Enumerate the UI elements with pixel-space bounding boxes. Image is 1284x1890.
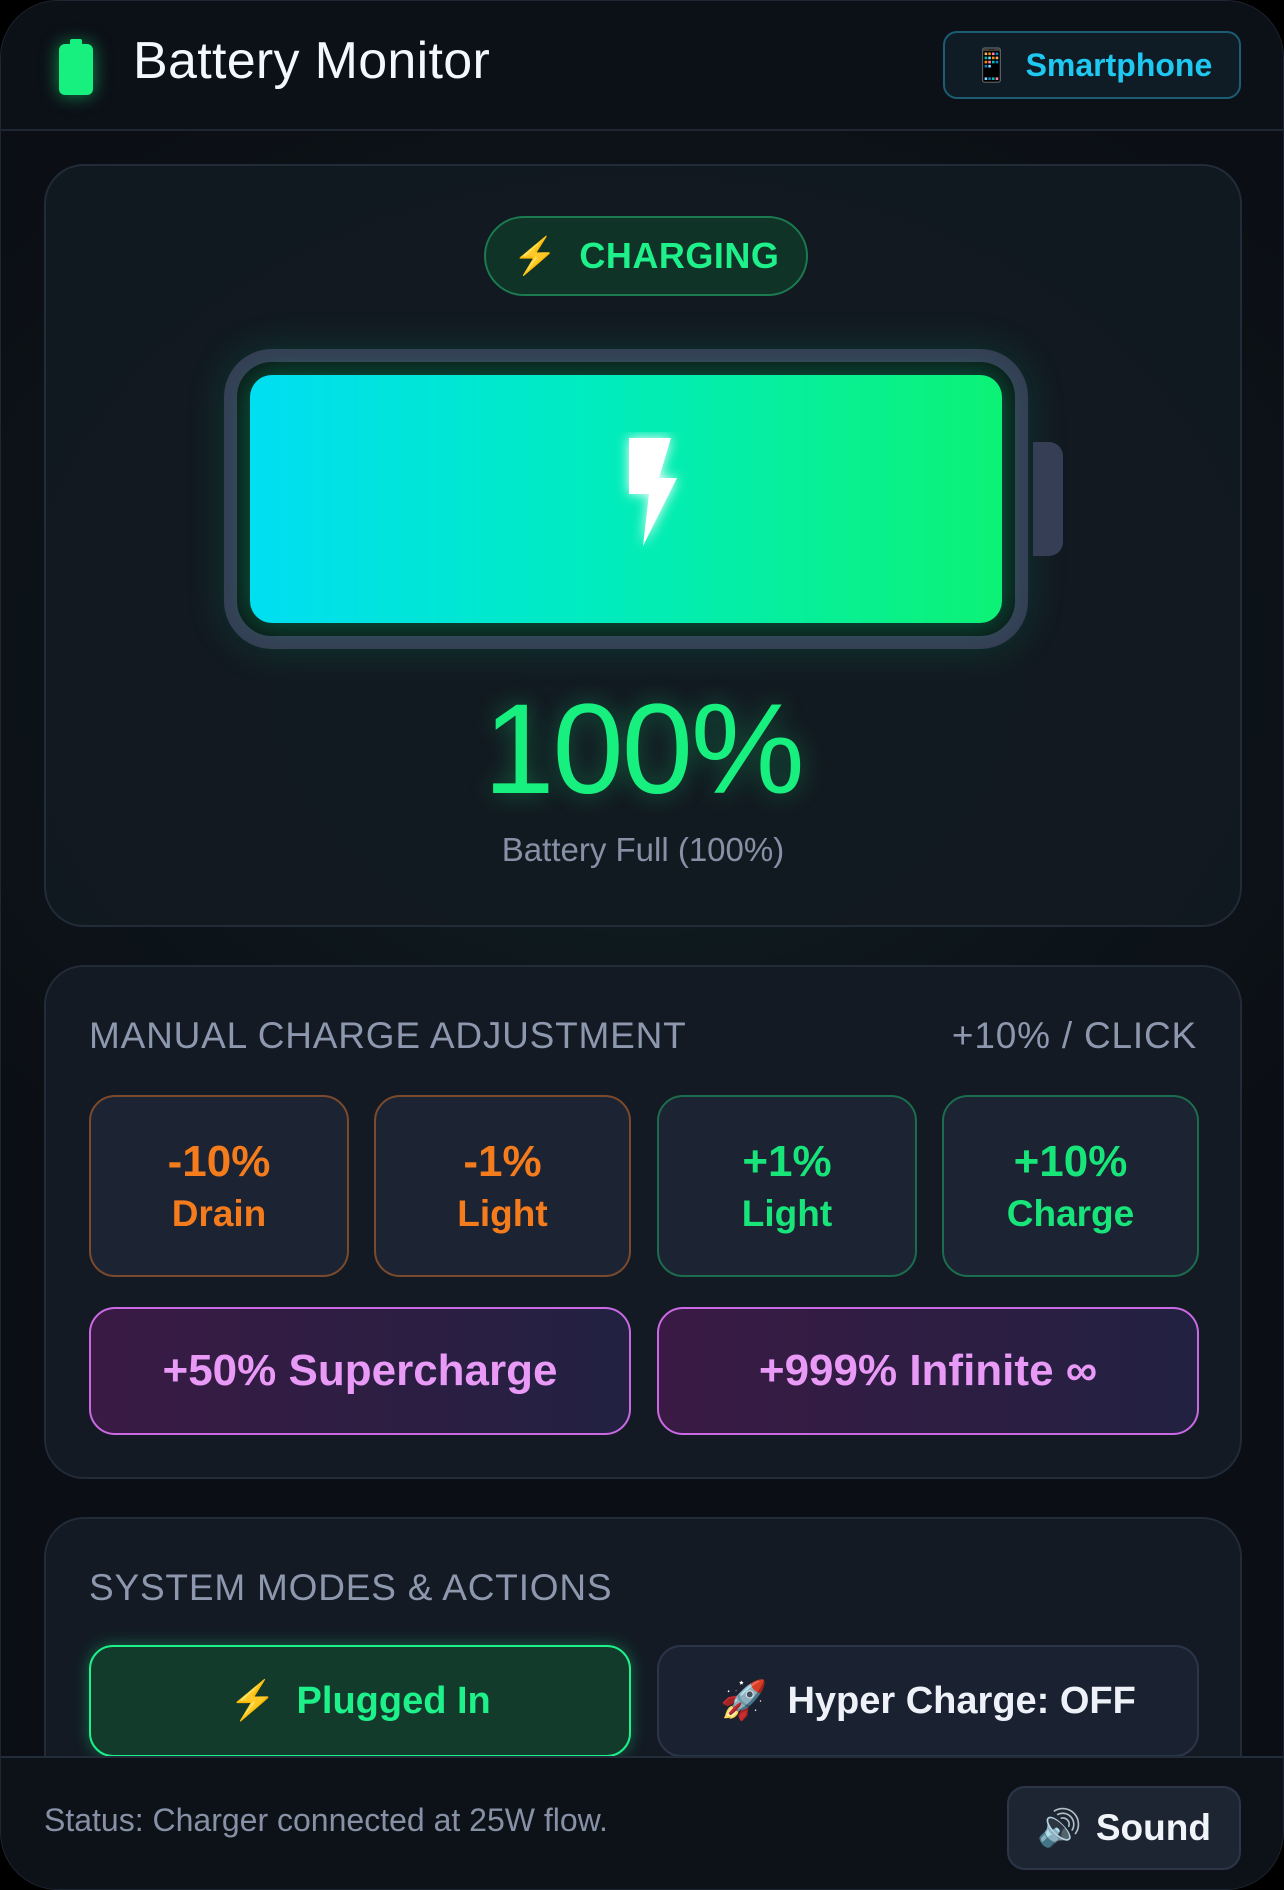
manual-adjustment-card: MANUAL CHARGE ADJUSTMENT +10% / CLICK -1… — [44, 965, 1242, 1479]
hyper-charge-label: Hyper Charge: OFF — [787, 1679, 1136, 1722]
charge-1-button[interactable]: +1% Light — [657, 1095, 917, 1277]
button-value: -1% — [463, 1137, 542, 1186]
drain-10-button[interactable]: -10% Drain — [89, 1095, 349, 1277]
plugged-in-label: Plugged In — [296, 1679, 491, 1722]
app-title: Battery Monitor — [133, 32, 491, 90]
status-message: Status: Charger connected at 25W flow. — [44, 1802, 608, 1838]
drain-1-button[interactable]: -1% Light — [374, 1095, 631, 1277]
sound-toggle-button[interactable]: 🔊 Sound — [1007, 1786, 1241, 1870]
battery-status-text: Battery Full (100%) — [501, 831, 785, 868]
battery-graphic — [224, 349, 1028, 649]
speaker-icon: 🔊 — [1037, 1807, 1082, 1848]
hyper-charge-toggle[interactable]: 🚀 Hyper Charge: OFF — [657, 1645, 1199, 1757]
device-label: Smartphone — [1025, 46, 1213, 83]
plugged-in-toggle[interactable]: ⚡ Plugged In — [89, 1645, 631, 1757]
smartphone-icon: 📱 — [971, 47, 1012, 83]
infinite-charge-button[interactable]: +999% Infinite ∞ — [657, 1307, 1199, 1435]
battery-percent: 100% — [483, 678, 804, 821]
battery-terminal — [1033, 442, 1063, 556]
button-label: Light — [741, 1193, 833, 1234]
button-label: Charge — [1006, 1193, 1135, 1234]
supercharge-button[interactable]: +50% Supercharge — [89, 1307, 631, 1435]
section-title-manual: MANUAL CHARGE ADJUSTMENT — [89, 1015, 687, 1056]
lightning-icon: ⚡ — [229, 1680, 277, 1722]
button-label: Drain — [171, 1193, 267, 1234]
charging-status-label: CHARGING — [579, 235, 780, 276]
status-footer: Status: Charger connected at 25W flow. 🔊… — [1, 1756, 1283, 1889]
device-selector-button[interactable]: 📱 Smartphone — [943, 31, 1241, 99]
button-value: +1% — [742, 1137, 832, 1186]
charging-bolt-icon — [629, 438, 677, 546]
battery-icon — [59, 39, 93, 95]
button-value: -10% — [167, 1137, 271, 1186]
app-header: Battery Monitor 📱 Smartphone — [1, 1, 1283, 131]
step-indicator: +10% / CLICK — [951, 1015, 1197, 1056]
charging-status-badge: ⚡ CHARGING — [484, 216, 808, 296]
section-title-system: SYSTEM MODES & ACTIONS — [89, 1567, 613, 1608]
rocket-icon: 🚀 — [720, 1680, 768, 1722]
button-value: +10% — [1013, 1137, 1128, 1186]
battery-status-card: ⚡ CHARGING 100% Battery Full (100%) — [44, 164, 1242, 927]
charge-10-button[interactable]: +10% Charge — [942, 1095, 1199, 1277]
lightning-icon: ⚡ — [512, 235, 558, 276]
sound-label: Sound — [1095, 1807, 1211, 1848]
battery-monitor-app: Battery Monitor 📱 Smartphone ⚡ CHARGING — [0, 0, 1284, 1890]
button-label: Light — [457, 1193, 548, 1234]
